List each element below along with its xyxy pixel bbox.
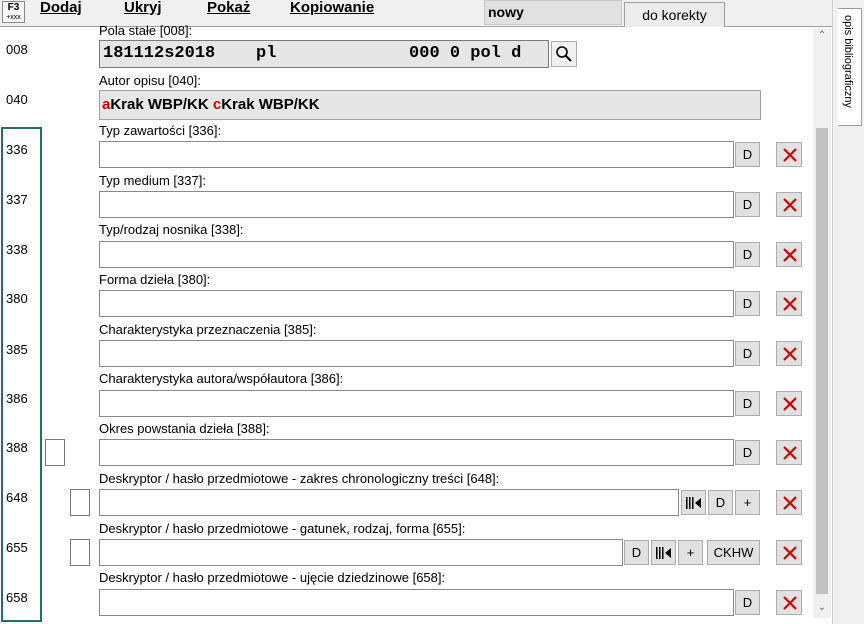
field-385-input[interactable] bbox=[99, 340, 734, 367]
d-button-336[interactable]: D bbox=[735, 142, 760, 167]
tag-655: 655 bbox=[6, 540, 28, 555]
d-button-385[interactable]: D bbox=[735, 341, 760, 366]
menu-ukryj[interactable]: Ukryj bbox=[124, 0, 162, 16]
delete-x-icon bbox=[783, 198, 797, 212]
tag-648: 648 bbox=[6, 490, 28, 505]
label-008: Pola stałe [008]: bbox=[99, 23, 193, 38]
tag-337: 337 bbox=[6, 192, 28, 207]
tag-336: 336 bbox=[6, 142, 28, 157]
field-655-input[interactable] bbox=[99, 539, 623, 566]
add-648-button[interactable]: + bbox=[735, 490, 760, 515]
delete-336-button[interactable] bbox=[776, 142, 802, 167]
reverse-648-button[interactable] bbox=[681, 490, 706, 515]
reverse-arrow-icon bbox=[686, 497, 701, 509]
tag-380: 380 bbox=[6, 291, 28, 306]
label-648: Deskryptor / hasło przedmiotowe - zakres… bbox=[99, 471, 500, 486]
label-388: Okres powstania dzieła [388]: bbox=[99, 421, 270, 436]
d-button-380[interactable]: D bbox=[735, 291, 760, 316]
field-648-input[interactable] bbox=[99, 489, 679, 516]
record-status: nowy bbox=[484, 0, 622, 25]
label-338: Typ/rodzaj nosnika [338]: bbox=[99, 222, 244, 237]
ckhw-655-button[interactable]: CKHW bbox=[707, 540, 760, 565]
add-655-button[interactable]: + bbox=[678, 540, 703, 565]
label-380: Forma dzieła [380]: bbox=[99, 272, 211, 287]
menu-dodaj[interactable]: Dodaj bbox=[40, 0, 82, 16]
field-008-input[interactable]: 181112s2018 pl 000 0 pol d bbox=[99, 40, 549, 68]
delete-x-icon bbox=[783, 148, 797, 162]
search-008-button[interactable] bbox=[551, 41, 577, 67]
f3-label: F3 bbox=[7, 2, 20, 13]
tag-386: 386 bbox=[6, 391, 28, 406]
label-337: Typ medium [337]: bbox=[99, 173, 206, 188]
field-380-input[interactable] bbox=[99, 290, 734, 317]
tag-385: 385 bbox=[6, 342, 28, 357]
d-button-648[interactable]: D bbox=[708, 490, 733, 515]
delete-x-icon bbox=[783, 446, 797, 460]
delete-386-button[interactable] bbox=[776, 391, 802, 416]
tab-opis-bibliograficzny[interactable]: opis bibliograficzny bbox=[838, 8, 862, 126]
side-tab-label: opis bibliograficzny bbox=[842, 15, 854, 108]
indicator-388-box[interactable] bbox=[45, 439, 65, 466]
tag-040: 040 bbox=[6, 92, 28, 107]
delete-x-icon bbox=[783, 496, 797, 510]
subfield-value-a: Krak WBP/KK bbox=[110, 96, 213, 113]
d-button-337[interactable]: D bbox=[735, 192, 760, 217]
field-658-input[interactable] bbox=[99, 589, 734, 616]
scroll-thumb[interactable] bbox=[816, 128, 828, 594]
delete-385-button[interactable] bbox=[776, 341, 802, 366]
label-655: Deskryptor / hasło przedmiotowe - gatune… bbox=[99, 521, 466, 536]
d-button-655[interactable]: D bbox=[624, 540, 649, 565]
delete-x-icon bbox=[783, 596, 797, 610]
label-385: Charakterystyka przeznaczenia [385]: bbox=[99, 322, 317, 337]
search-icon bbox=[556, 46, 572, 62]
delete-338-button[interactable] bbox=[776, 242, 802, 267]
delete-658-button[interactable] bbox=[776, 590, 802, 615]
field-386-input[interactable] bbox=[99, 390, 734, 417]
field-338-input[interactable] bbox=[99, 241, 734, 268]
d-button-388[interactable]: D bbox=[735, 440, 760, 465]
d-button-338[interactable]: D bbox=[735, 242, 760, 267]
reverse-arrow-icon bbox=[656, 547, 671, 559]
delete-x-icon bbox=[783, 297, 797, 311]
menu-pokaz[interactable]: Pokaż bbox=[207, 0, 250, 16]
tag-008: 008 bbox=[6, 42, 28, 57]
tab-do-korekty[interactable]: do korekty bbox=[624, 2, 725, 27]
label-336: Typ zawartości [336]: bbox=[99, 123, 222, 138]
delete-x-icon bbox=[783, 248, 797, 262]
delete-x-icon bbox=[783, 347, 797, 361]
subfield-code-c: c bbox=[212, 96, 222, 113]
reverse-655-button[interactable] bbox=[651, 540, 676, 565]
f3-button[interactable]: F3 +xxx bbox=[2, 1, 25, 23]
indicator-655-box[interactable] bbox=[70, 539, 90, 566]
delete-x-icon bbox=[783, 397, 797, 411]
delete-380-button[interactable] bbox=[776, 291, 802, 316]
tag-338: 338 bbox=[6, 242, 28, 257]
scroll-up-arrow[interactable]: ⌃ bbox=[813, 28, 831, 44]
label-386: Charakterystyka autora/współautora [386]… bbox=[99, 371, 344, 386]
label-658: Deskryptor / hasło przedmiotowe - ujęcie… bbox=[99, 570, 446, 585]
delete-388-button[interactable] bbox=[776, 440, 802, 465]
delete-655-button[interactable] bbox=[776, 540, 802, 565]
delete-648-button[interactable] bbox=[776, 490, 802, 515]
menu-kopiowanie[interactable]: Kopiowanie bbox=[290, 0, 374, 16]
delete-x-icon bbox=[783, 546, 797, 560]
tag-388: 388 bbox=[6, 440, 28, 455]
subfield-value-c: Krak WBP/KK bbox=[221, 96, 320, 113]
field-337-input[interactable] bbox=[99, 191, 734, 218]
indicator-648-box[interactable] bbox=[70, 489, 90, 516]
d-button-386[interactable]: D bbox=[735, 391, 760, 416]
field-388-input[interactable] bbox=[99, 439, 734, 466]
field-040-value[interactable]: aKrak WBP/KK cKrak WBP/KK bbox=[99, 90, 761, 120]
delete-337-button[interactable] bbox=[776, 192, 802, 217]
vertical-scrollbar[interactable]: ⌃ ⌄ bbox=[813, 28, 831, 618]
label-040: Autor opisu [040]: bbox=[99, 73, 201, 88]
field-336-input[interactable] bbox=[99, 141, 734, 168]
d-button-658[interactable]: D bbox=[735, 590, 760, 615]
tag-658: 658 bbox=[6, 590, 28, 605]
scroll-down-arrow[interactable]: ⌄ bbox=[813, 600, 831, 616]
f3-sublabel: +xxx bbox=[6, 14, 21, 21]
